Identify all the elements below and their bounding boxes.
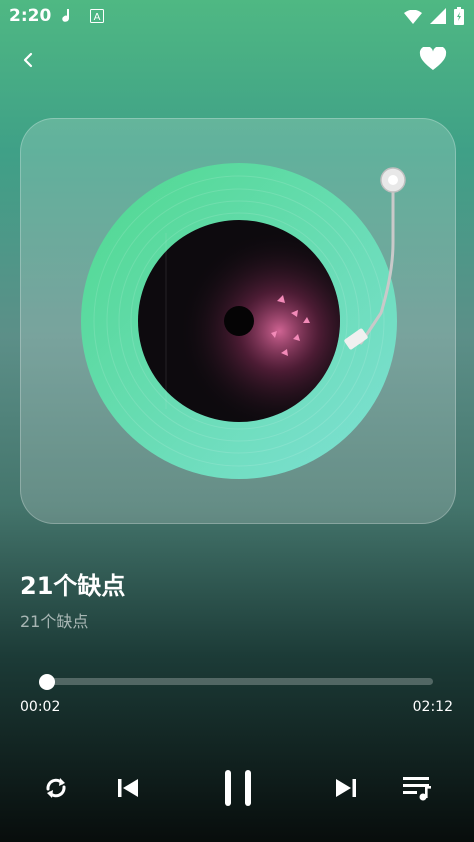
wifi-icon	[404, 9, 422, 28]
progress-bar[interactable]	[46, 678, 433, 685]
back-button[interactable]	[14, 48, 42, 76]
tonearm	[343, 163, 443, 363]
total-time: 02:12	[412, 699, 453, 715]
skip-previous-icon	[117, 778, 139, 802]
status-time: 2:20	[9, 6, 52, 26]
elapsed-time: 00:02	[20, 699, 61, 715]
favorite-button[interactable]	[416, 44, 450, 78]
next-button[interactable]	[328, 772, 364, 808]
repeat-button[interactable]	[38, 772, 74, 808]
heart-icon	[419, 46, 447, 75]
battery-icon	[454, 7, 464, 29]
skip-next-icon	[335, 778, 357, 802]
album-card	[20, 118, 456, 524]
progress-thumb[interactable]	[39, 674, 55, 690]
top-bar	[0, 40, 474, 84]
repeat-icon	[43, 775, 69, 805]
playlist-icon	[402, 775, 432, 805]
pause-icon	[223, 769, 253, 811]
previous-button[interactable]	[110, 772, 146, 808]
playback-controls	[0, 760, 474, 820]
chevron-left-icon	[21, 52, 35, 72]
track-artist: 21个缺点	[20, 612, 89, 631]
music-app-icon	[60, 8, 76, 28]
status-bar: 2:20 A	[0, 0, 474, 32]
pause-button[interactable]	[214, 764, 262, 816]
svg-text:A: A	[94, 12, 101, 23]
text-app-icon: A	[90, 8, 104, 27]
track-title: 21个缺点	[20, 572, 126, 600]
signal-icon	[430, 8, 446, 28]
playlist-button[interactable]	[398, 772, 436, 808]
